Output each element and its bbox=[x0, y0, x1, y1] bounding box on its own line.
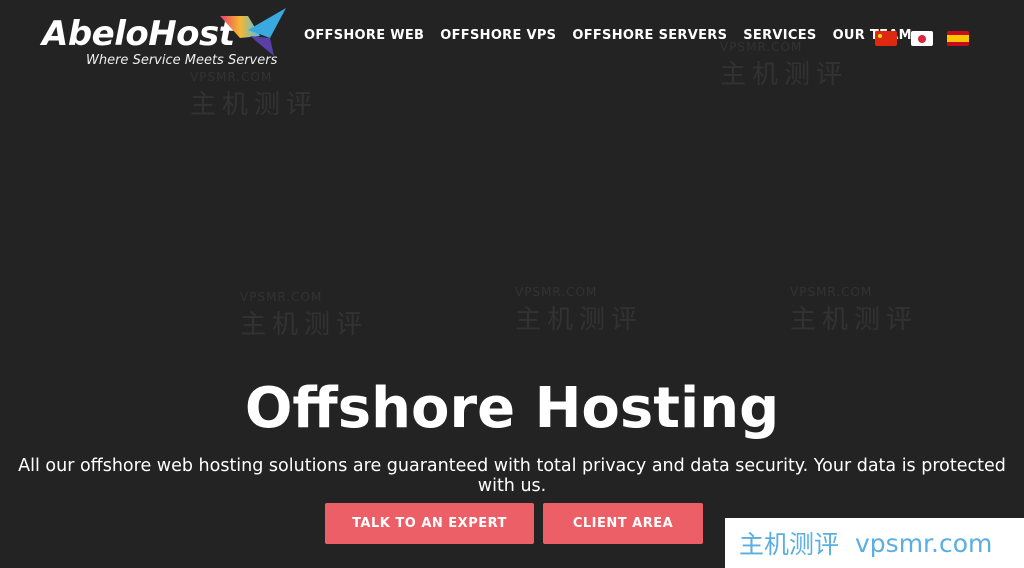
nav-offshore-servers[interactable]: OFFSHORE SERVERS bbox=[572, 28, 727, 43]
watermark: VPSMR.COM 主机测评 bbox=[720, 40, 849, 90]
language-selector bbox=[875, 31, 969, 46]
watermark: VPSMR.COM 主机测评 bbox=[240, 290, 369, 340]
japan-flag-icon[interactable] bbox=[911, 31, 933, 46]
hero-subtitle: All our offshore web hosting solutions a… bbox=[18, 456, 1006, 496]
nav-services[interactable]: SERVICES bbox=[743, 28, 816, 43]
hero-title: Offshore Hosting bbox=[244, 376, 780, 441]
watermark: VPSMR.COM 主机测评 bbox=[190, 70, 319, 120]
watermark-badge: 主机测评 vpsmr.com bbox=[725, 518, 1024, 568]
client-area-button[interactable]: CLIENT AREA bbox=[543, 503, 703, 544]
logo[interactable]: AbeloHost Where Service Meets Servers bbox=[42, 8, 292, 70]
main-nav: OFFSHORE WEB OFFSHORE VPS OFFSHORE SERVE… bbox=[304, 28, 912, 43]
nav-offshore-vps[interactable]: OFFSHORE VPS bbox=[440, 28, 556, 43]
watermark: VPSMR.COM 主机测评 bbox=[515, 285, 644, 335]
bird-logo-icon bbox=[220, 8, 286, 56]
talk-to-expert-button[interactable]: TALK TO AN EXPERT bbox=[325, 503, 534, 544]
watermark: VPSMR.COM 主机测评 bbox=[790, 285, 919, 335]
spain-flag-icon[interactable] bbox=[947, 31, 969, 46]
nav-offshore-web[interactable]: OFFSHORE WEB bbox=[304, 28, 424, 43]
china-flag-icon[interactable] bbox=[875, 31, 897, 46]
